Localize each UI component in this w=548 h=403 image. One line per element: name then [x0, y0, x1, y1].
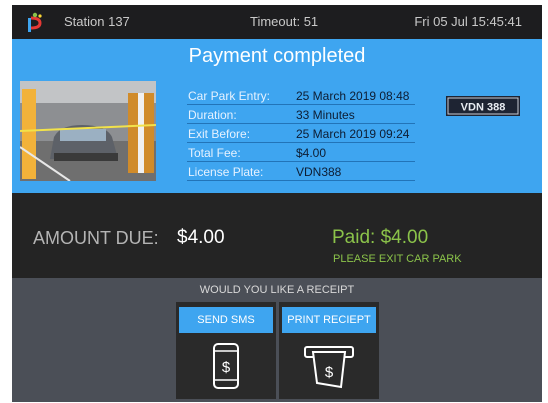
vehicle-photo [20, 81, 156, 181]
license-plate-image: VDN 388 [446, 96, 520, 116]
timeout-label: Timeout: 51 [250, 14, 319, 29]
amount-due-value: $4.00 [177, 227, 225, 248]
detail-label: Duration: [188, 108, 237, 122]
detail-value: $4.00 [296, 146, 327, 160]
svg-text:$: $ [325, 364, 334, 381]
detail-row-license-plate: License Plate: VDN388 [187, 162, 415, 181]
amount-band: AMOUNT DUE: $4.00 Paid: $4.00 PLEASE EXI… [12, 193, 542, 278]
print-receipt-card[interactable]: PRINT RECIEPT $ [279, 302, 379, 399]
phone-dollar-icon: $ [213, 343, 239, 389]
detail-row-duration: Duration: 33 Minutes [187, 105, 415, 124]
payment-details: Car Park Entry: 25 March 2019 08:48 Dura… [187, 86, 415, 181]
payment-title: Payment completed [188, 45, 366, 67]
brand-logo-icon [28, 12, 42, 32]
detail-row-entry: Car Park Entry: 25 March 2019 08:48 [187, 86, 415, 105]
amount-due-label: AMOUNT DUE: [33, 228, 159, 248]
send-sms-button[interactable]: SEND SMS [179, 307, 273, 333]
printer-receipt-dollar-icon: $ [304, 346, 354, 389]
detail-row-exit-before: Exit Before: 25 March 2019 09:24 [187, 124, 415, 143]
detail-label: License Plate: [188, 165, 264, 179]
station-label: Station 137 [64, 14, 130, 29]
detail-value: 33 Minutes [296, 108, 355, 122]
svg-text:$: $ [222, 359, 231, 376]
svg-text:VDN 388: VDN 388 [461, 102, 506, 114]
datetime-label: Fri 05 Jul 15:45:41 [414, 14, 522, 29]
print-receipt-button[interactable]: PRINT RECIEPT [282, 307, 376, 333]
detail-label: Exit Before: [188, 127, 251, 141]
detail-label: Car Park Entry: [188, 89, 271, 103]
exit-message: PLEASE EXIT CAR PARK [333, 253, 462, 265]
send-sms-card[interactable]: SEND SMS $ [176, 302, 276, 399]
top-bar: Station 137 Timeout: 51 Fri 05 Jul 15:45… [12, 5, 542, 39]
detail-row-total-fee: Total Fee: $4.00 [187, 143, 415, 162]
detail-value: VDN388 [296, 165, 342, 179]
payment-panel: Payment completed VDN 388 Car Park Entry… [12, 39, 542, 193]
detail-value: 25 March 2019 08:48 [296, 89, 410, 103]
paid-amount: Paid: $4.00 [332, 227, 429, 248]
kiosk-screen: Station 137 Timeout: 51 Fri 05 Jul 15:45… [12, 5, 542, 402]
detail-label: Total Fee: [188, 146, 241, 160]
detail-value: 25 March 2019 09:24 [296, 127, 410, 141]
receipt-section: WOULD YOU LIKE A RECEIPT SEND SMS $ PRIN… [12, 278, 542, 402]
receipt-question: WOULD YOU LIKE A RECEIPT [199, 284, 355, 296]
